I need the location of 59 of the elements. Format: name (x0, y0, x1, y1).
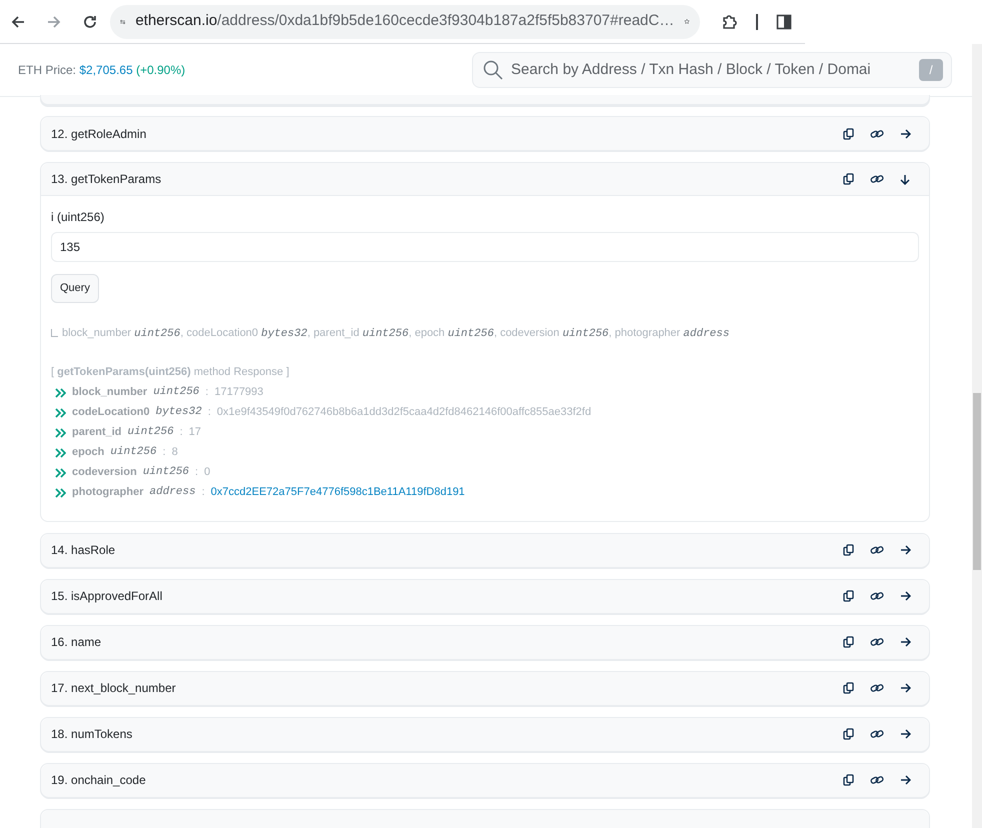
output-type: address (150, 485, 196, 500)
output-value: 17177993 (214, 385, 264, 400)
function-name: 12. getRoleAdmin (51, 126, 148, 142)
double-chevron-icon (55, 448, 66, 458)
corner-icon (51, 329, 58, 338)
output-name: photographer (72, 485, 144, 500)
function-header[interactable]: 19. onchain_code (41, 764, 929, 796)
search-input[interactable]: Search by Address / Txn Hash / Block / Token / Domai (511, 58, 911, 82)
input-label: i (uint256) (51, 209, 106, 226)
separator-text: : (208, 405, 211, 420)
output-value: 0 (204, 465, 210, 480)
input-field[interactable]: 135 (51, 232, 919, 262)
separator-text: : (202, 485, 205, 500)
double-chevron-icon (55, 388, 66, 398)
output-value: 8 (172, 445, 178, 460)
double-chevron-icon (55, 468, 66, 478)
scrollbar[interactable] (972, 44, 982, 828)
output-type: uint256 (110, 445, 157, 460)
query-button[interactable]: Query (51, 274, 99, 302)
output-name: epoch (72, 445, 104, 460)
function-name: 13. getTokenParams (51, 171, 162, 188)
separator-text: : (162, 445, 166, 460)
output-type: bytes32 (156, 405, 202, 420)
function-header[interactable]: 17. next_block_number (41, 672, 929, 704)
response-title: [ getTokenParams(uint256) method Response ] (51, 365, 290, 380)
function-header[interactable]: 15. isApprovedForAll (41, 580, 929, 612)
address-bar[interactable]: etherscan.io/address/0xda1bf9b5de160cecde3f9304b187a2f5f5b83707#readC… (110, 4, 700, 38)
output-name: codeversion (72, 465, 137, 480)
function-name: 17. next_block_number (51, 680, 177, 697)
function-name: 16. name (51, 634, 102, 651)
eth-price-text: ETH Price: $2,705.65 (+0.90%) (18, 62, 186, 79)
function-name: 18. numTokens (51, 726, 134, 743)
double-chevron-icon (55, 428, 66, 438)
address-link[interactable]: 0x7ccd2EE72a75F7e4776f598c1Be11A119fD8d191 (210, 484, 465, 501)
url-text: etherscan.io/address/0xda1bf9b5de160cecde3f9304b187a2f5f5b83707#readC… (135, 11, 674, 32)
function-header[interactable]: 18. numTokens (41, 718, 929, 750)
double-chevron-icon (55, 408, 66, 418)
separator-text: : (195, 465, 198, 480)
separator-text: : (180, 425, 183, 440)
function-header[interactable]: 13. getTokenParams (41, 163, 929, 196)
function-header[interactable]: 12. getRoleAdmin (41, 117, 929, 150)
output-name: codeLocation0 (72, 405, 150, 420)
function-name: 19. onchain_code (51, 772, 147, 789)
output-type: uint256 (142, 465, 190, 480)
output-value: 0x1e9f43549f0d762746b8b6a1dd3d2f5caa4d2fd8462146f00affc855ae33f2fd (216, 405, 592, 420)
output-name: parent_id (72, 425, 122, 440)
output-type: uint256 (128, 425, 174, 440)
shortcut-key: / (919, 59, 943, 81)
output-name: block_number (72, 385, 148, 400)
separator-text: : (205, 385, 208, 400)
output-signature: block_number uint256, codeLocation0 bytes32, parent_id uint256, epoch uint256, codeversion uint256, photographer address (62, 326, 730, 342)
search-icon (483, 60, 503, 80)
function-name: 14. hasRole (51, 542, 116, 559)
function-name: 15. isApprovedForAll (51, 588, 164, 605)
output-type: uint256 (153, 385, 200, 400)
function-header[interactable]: 16. name (41, 626, 929, 658)
function-header[interactable]: 14. hasRole (41, 534, 929, 566)
double-chevron-icon (55, 488, 66, 498)
output-value: 17 (188, 425, 202, 440)
